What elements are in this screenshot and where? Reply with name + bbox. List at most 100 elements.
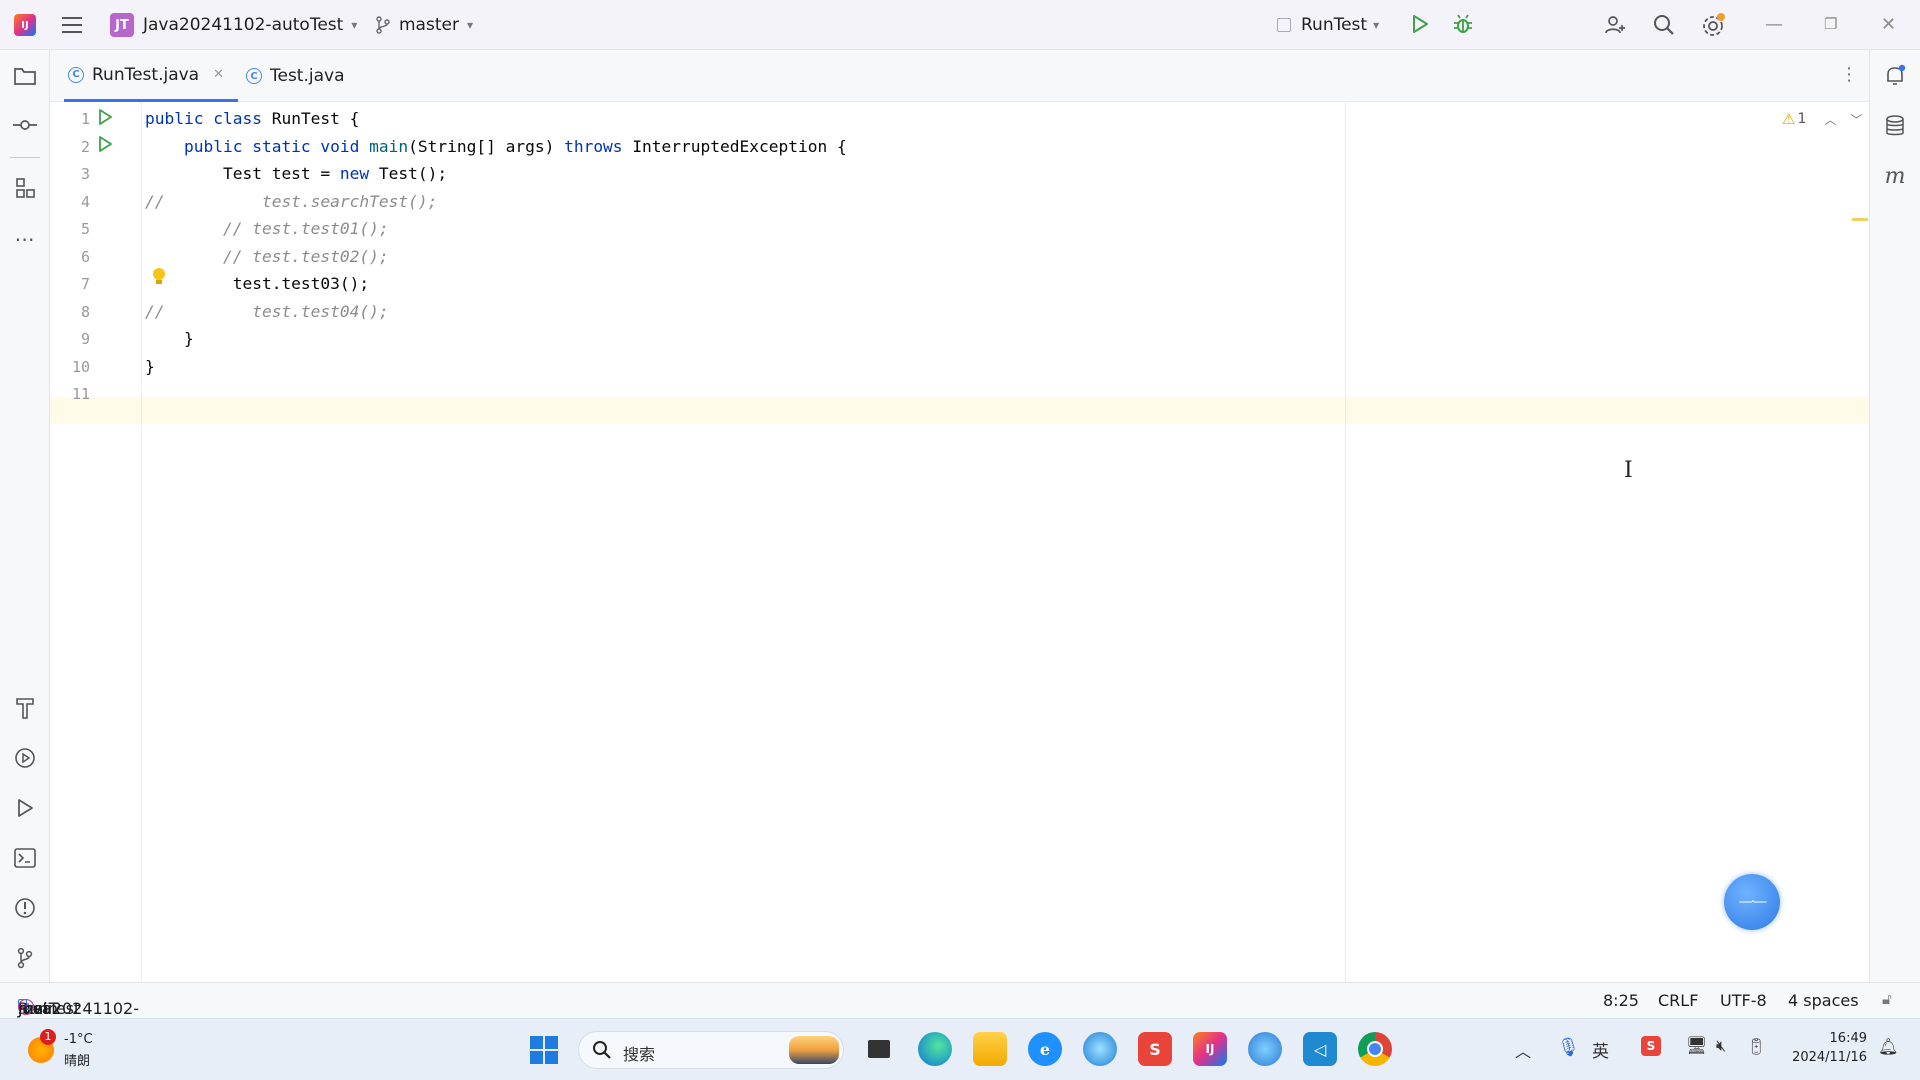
notification-center-icon[interactable]: 🔔︎ [1878,1037,1898,1056]
maven-tool-button[interactable]: m [1881,162,1909,190]
line-number: 7 [80,275,90,293]
problems-tool-button[interactable] [11,894,39,922]
chevron-up-icon[interactable]: ︿ [1824,111,1836,128]
show-hidden-icons[interactable]: ︿ [1515,1038,1531,1062]
code-line[interactable]: // test.test04(); [145,302,389,321]
edge-icon[interactable] [918,1032,952,1066]
main-menu-icon[interactable] [62,15,82,33]
weather-widget[interactable]: 1 -1°C 晴朗 [24,1029,104,1071]
run-tool-button[interactable] [11,794,39,822]
network-icon[interactable]: 🖥︎ [1686,1036,1708,1056]
branch-name: master [399,15,459,35]
taskbar-search-box[interactable]: 搜索 [578,1031,844,1069]
code-line[interactable]: } [145,357,155,376]
code-token: Test(); [378,164,448,183]
more-horizontal-icon: ⋯ [14,227,36,251]
line-number: 11 [71,385,90,403]
line-separator[interactable]: CRLF [1658,991,1698,1010]
floating-assistant-button[interactable]: —·— [1724,874,1780,930]
restore-button[interactable]: ❐ [1824,15,1837,33]
chevron-down-icon: ▾ [466,18,473,32]
intellij-taskbar-icon[interactable]: IJ [1193,1032,1227,1066]
branch-switcher[interactable]: master ▾ [375,12,473,38]
search-icon [1654,15,1674,35]
settings-button[interactable] [1701,12,1727,42]
windows-logo-icon [530,1036,543,1049]
minimize-button[interactable]: — [1765,14,1783,35]
breadcrumb-method[interactable]: main [18,999,58,1018]
app-globe-icon[interactable] [1248,1032,1282,1066]
folder-icon [14,68,36,85]
tab-runtest-java[interactable]: C RunTest.java ✕ [64,50,238,102]
lightbulb-icon [153,268,165,284]
structure-tool-button[interactable] [11,174,39,202]
code-token: InterruptedException { [632,136,847,156]
services-tool-button[interactable] [11,744,39,772]
wps-icon[interactable]: S [1138,1032,1172,1066]
run-gutter-button[interactable] [97,108,113,130]
notifications-button[interactable] [1881,62,1909,90]
tab-options-menu[interactable]: ⋮ [1840,64,1858,85]
terminal-tool-button[interactable] [11,844,39,872]
intellij-logo-icon[interactable]: IJ [14,14,36,36]
code-line[interactable]: public static void main(String[] args) t… [145,137,847,156]
ime-indicator[interactable]: 英 [1592,1037,1609,1062]
debug-button[interactable] [1452,13,1474,39]
file-encoding[interactable]: UTF-8 [1720,991,1767,1010]
inspection-widget[interactable]: ⚠ 1 ︿ ﹀ [1782,110,1862,128]
battery-icon[interactable]: 🔋︎ [1746,1037,1766,1056]
right-margin-guide [1345,102,1346,982]
build-tool-button[interactable] [11,694,39,722]
volume-muted-icon[interactable]: 🔇︎ [1716,1036,1726,1056]
caret-position[interactable]: 8:25 [1603,991,1639,1010]
indent-setting[interactable]: 4 spaces [1788,991,1859,1010]
code-token: throws [564,136,633,156]
project-badge: JT [110,13,134,37]
run-config-icon [1277,18,1291,32]
run-button[interactable] [1410,13,1430,39]
code-line[interactable]: // test.searchTest(); [145,192,437,211]
code-line[interactable]: // test.test01(); [145,219,389,238]
ie-icon[interactable]: e [1028,1032,1062,1066]
run-icon [1413,15,1428,33]
code-line[interactable]: } [145,329,194,348]
clock[interactable]: 16:49 2024/11/16 [1783,1031,1867,1065]
project-tool-button[interactable] [11,62,39,90]
database-tool-button[interactable] [1881,112,1909,140]
tab-test-java[interactable]: C Test.java [246,50,356,102]
chevron-down-icon[interactable]: ﹀ [1850,111,1862,128]
chrome-icon[interactable] [1358,1032,1392,1066]
code-token: new [339,164,379,183]
tray-wps-icon[interactable]: S [1641,1036,1661,1056]
code-line[interactable]: public class RunTest { [145,109,359,128]
code-line[interactable]: Test test = new Test(); [145,164,447,183]
browser-icon[interactable] [1083,1032,1117,1066]
start-button[interactable] [530,1036,558,1064]
run-icon [99,109,112,125]
unlock-icon[interactable]: 🔓︎ [1882,990,1892,1008]
more-tools-button[interactable]: ⋯ [11,225,39,253]
run-gutter-button[interactable] [97,135,113,157]
code-line[interactable]: // test.test02(); [145,247,389,266]
code-token: // test.test01(); [145,219,389,238]
search-everywhere-button[interactable] [1652,13,1676,41]
task-view-icon[interactable] [862,1032,896,1066]
microphone-icon[interactable]: 🎙︎ [1557,1037,1580,1058]
vscode-icon[interactable]: ◁ [1303,1032,1337,1066]
code-line[interactable]: test.test03(); [145,274,369,293]
project-switcher[interactable]: JT Java20241102-autoTest ▾ [110,12,357,38]
commit-tool-button[interactable] [11,111,39,139]
close-window-button[interactable]: ✕ [1881,14,1896,35]
intention-bulb-button[interactable] [152,267,166,291]
run-config-selector[interactable]: RunTest ▾ [1277,12,1379,38]
code-with-me-button[interactable] [1603,13,1627,41]
scrollbar-warning-marker[interactable] [1852,218,1868,221]
line-number: 5 [80,220,90,238]
code-editor[interactable]: 1 2 3 4 5 6 7 8 9 10 11 public class RunTest { pub… [50,102,1869,982]
code-token: (String[] args) [408,136,565,156]
line-number: 6 [80,247,90,266]
git-tool-button[interactable] [11,944,39,972]
run-icon [99,136,112,152]
close-tab-icon[interactable]: ✕ [213,67,224,82]
file-explorer-icon[interactable] [973,1032,1007,1066]
